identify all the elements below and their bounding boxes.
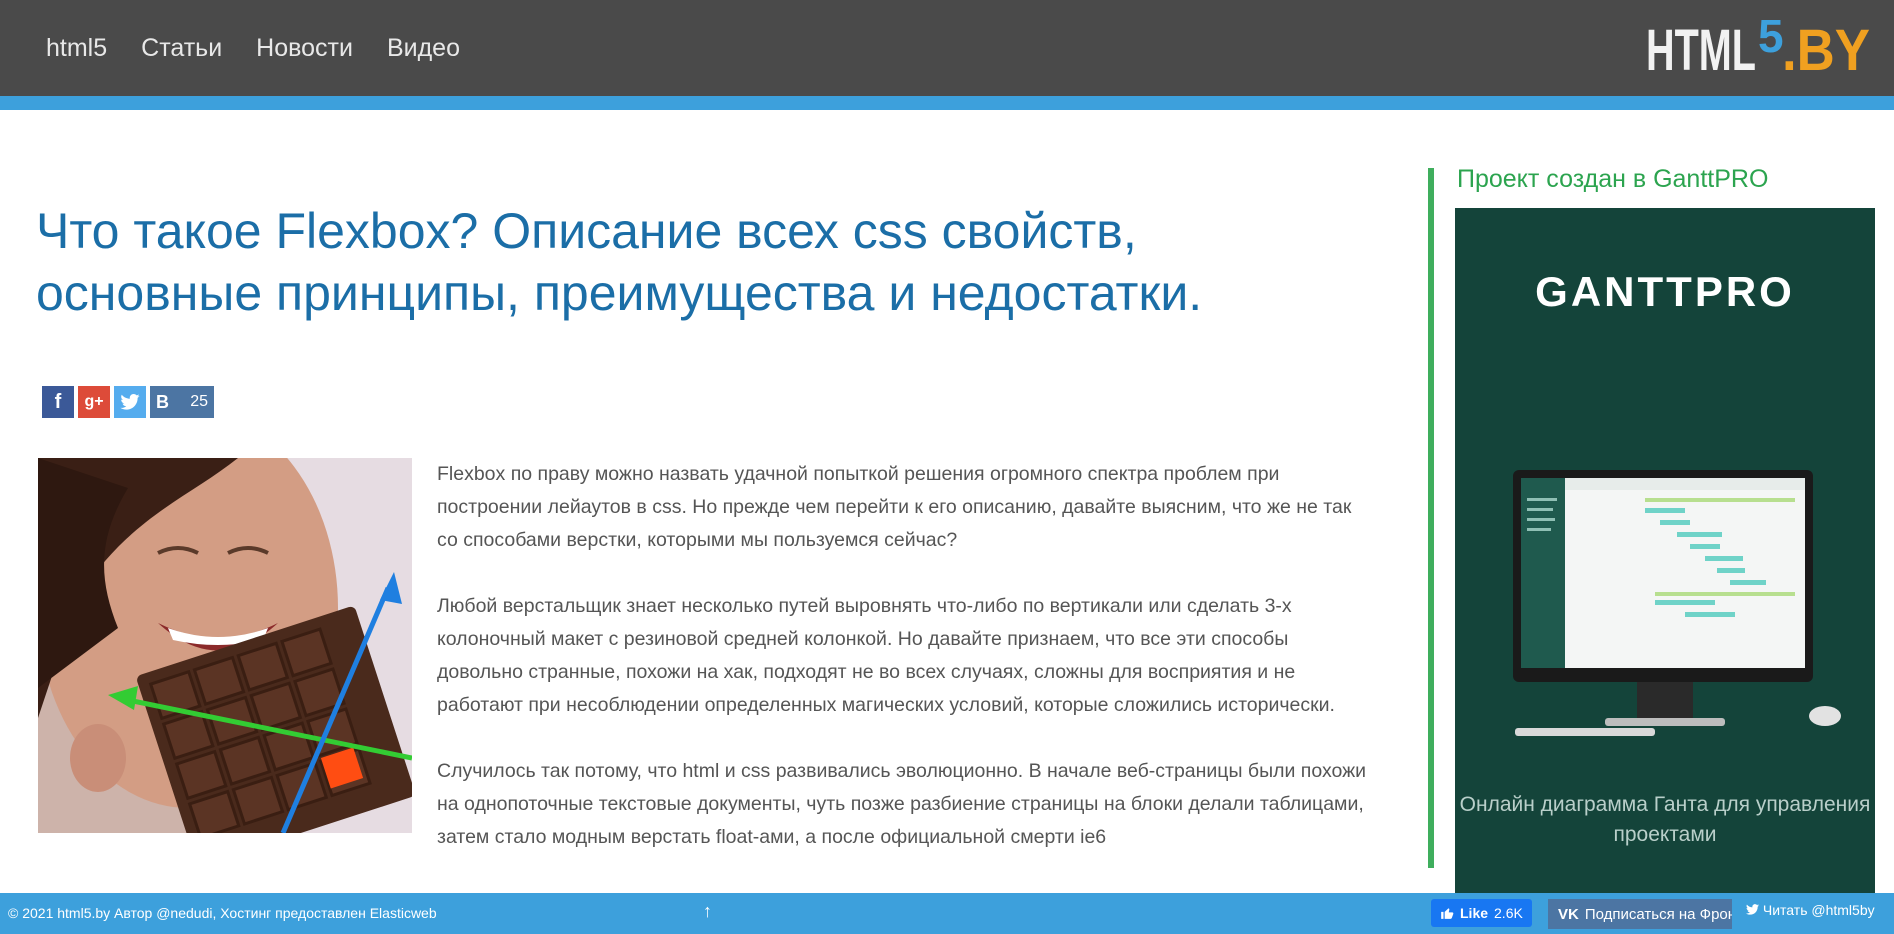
like-count: 2.6K (1494, 905, 1523, 921)
vk-share-count: 25 (190, 393, 208, 410)
svg-text:.BY: .BY (1782, 18, 1870, 78)
google-plus-icon: g+ (84, 393, 104, 410)
nav-item-html5[interactable]: html5 (36, 30, 117, 67)
facebook-share-button[interactable]: f (42, 386, 74, 418)
ganttpro-ad-banner[interactable]: GANTTPRO Онлайн диаграмма Ганта для упра… (1455, 208, 1875, 898)
sidebar-divider (1428, 168, 1434, 868)
nav-item-video[interactable]: Видео (377, 30, 470, 67)
google-plus-share-button[interactable]: g+ (78, 386, 110, 418)
svg-text:5: 5 (1758, 12, 1784, 62)
facebook-icon: f (54, 390, 62, 413)
twitter-icon (120, 394, 140, 410)
article-title: Что такое Flexbox? Описание всех css сво… (36, 203, 1203, 321)
article-body: Flexbox по праву можно назвать удачной п… (437, 458, 1377, 876)
article-paragraph: Любой верстальщик знает несколько путей … (437, 595, 1335, 716)
vk-icon: VK (1558, 905, 1579, 923)
site-header: html5 Статьи Новости Видео HTML 5 .BY (0, 0, 1894, 110)
chocolate-photo (38, 458, 412, 833)
nav-item-news[interactable]: Новости (246, 30, 363, 67)
vk-subscribe-button[interactable]: VK Подписаться на Фронт (1548, 899, 1732, 929)
footer-copyright[interactable]: © 2021 html5.by Автор @nedudi, Хостинг п… (8, 905, 437, 921)
site-footer: © 2021 html5.by Автор @nedudi, Хостинг п… (0, 893, 1894, 934)
header-stripe (0, 96, 1894, 110)
scroll-up-icon[interactable]: ↑ (703, 901, 712, 922)
article-paragraph: Flexbox по праву можно назвать удачной п… (437, 463, 1352, 551)
twitter-icon (1746, 904, 1759, 915)
article-image (38, 458, 412, 833)
vk-subscribe-label: Подписаться на Фронт (1584, 905, 1732, 923)
sidebar-title-link[interactable]: Проект создан в GanttPRO (1457, 165, 1768, 194)
ad-caption: Онлайн диаграмма Ганта для управления пр… (1459, 793, 1871, 846)
logo-graphic: HTML 5 .BY (1646, 10, 1870, 83)
site-logo[interactable]: HTML 5 .BY (1644, 10, 1874, 83)
twitter-share-button[interactable] (114, 386, 146, 418)
nav-item-articles[interactable]: Статьи (131, 30, 232, 67)
facebook-like-button[interactable]: Like 2.6K (1431, 899, 1532, 927)
article-paragraph: Случилось так потому, что html и css раз… (437, 760, 1367, 848)
vk-share-button[interactable]: B 25 (150, 386, 214, 418)
thumbs-up-icon (1441, 908, 1454, 919)
article-title-box: Что такое Flexbox? Описание всех css сво… (36, 200, 1266, 324)
svg-text:HTML: HTML (1646, 18, 1756, 78)
main-nav: html5 Статьи Новости Видео (36, 30, 470, 67)
page: html5 Статьи Новости Видео HTML 5 .BY Чт… (0, 0, 1894, 934)
share-buttons: f g+ B 25 (42, 386, 214, 418)
twitter-read-label: Читать @html5by (1762, 902, 1875, 918)
twitter-follow-link[interactable]: Читать @html5by (1746, 902, 1875, 918)
vk-icon: B (156, 391, 169, 412)
like-label: Like (1460, 905, 1489, 921)
